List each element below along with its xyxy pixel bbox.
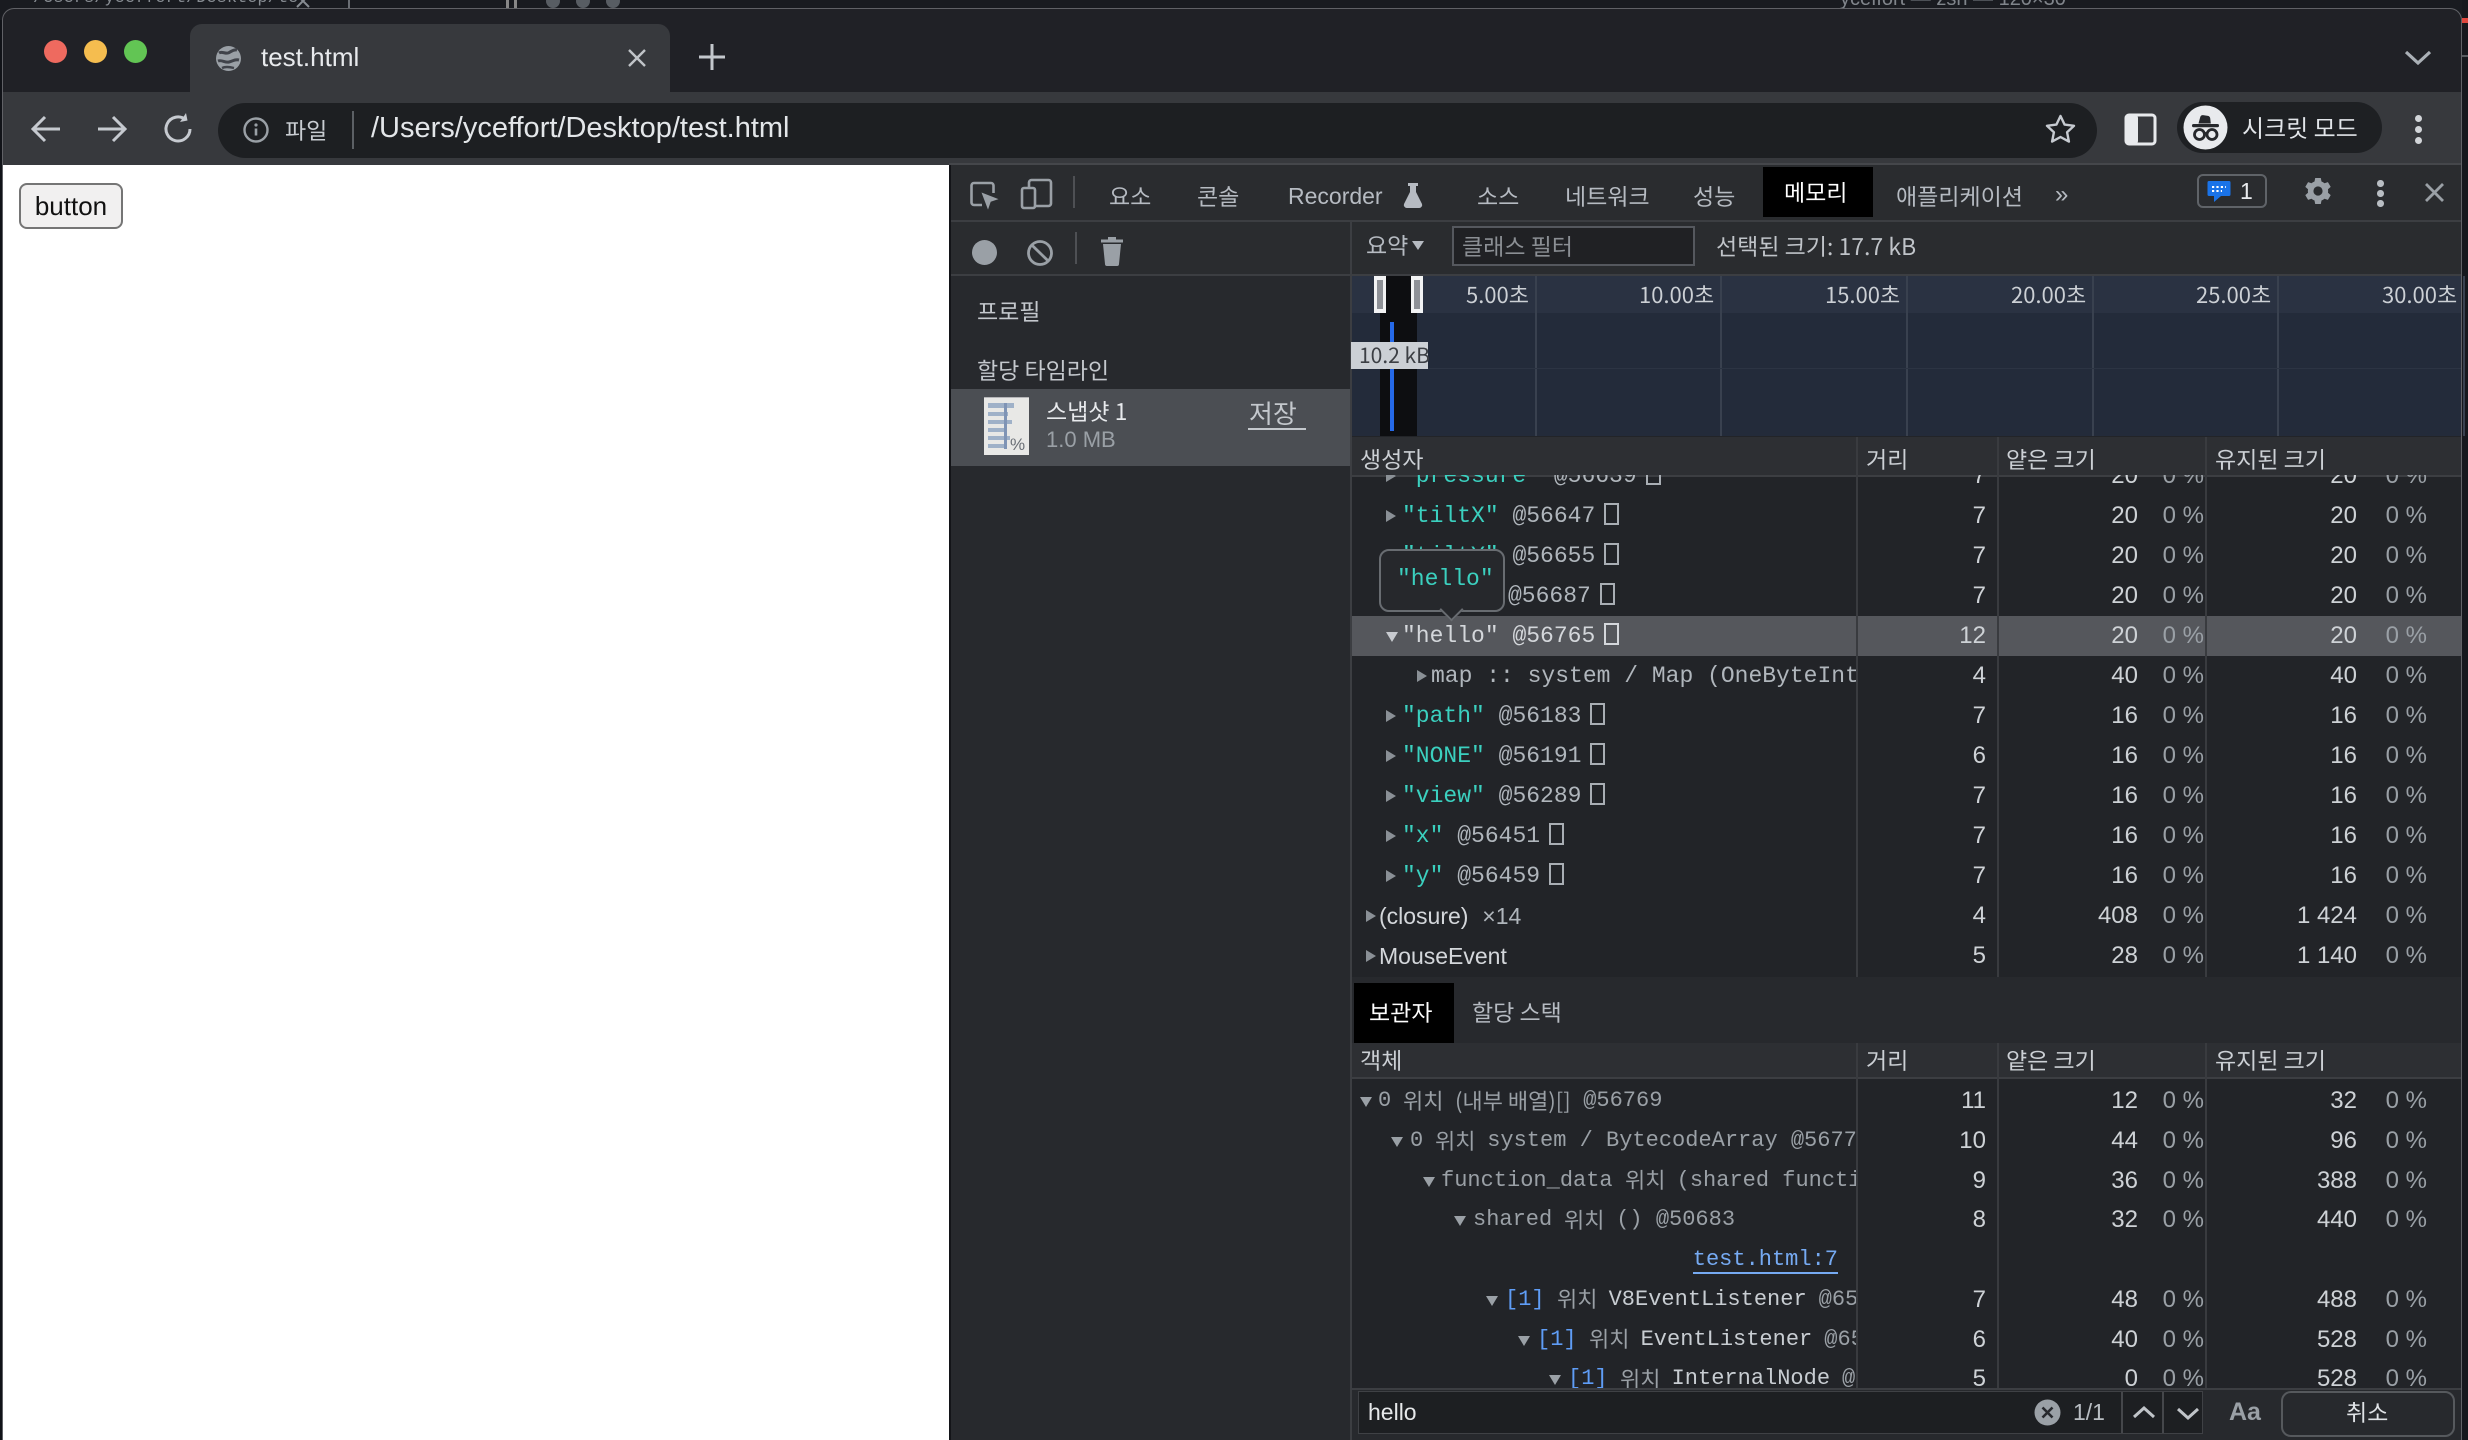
svg-text:%: %: [1010, 435, 1025, 454]
